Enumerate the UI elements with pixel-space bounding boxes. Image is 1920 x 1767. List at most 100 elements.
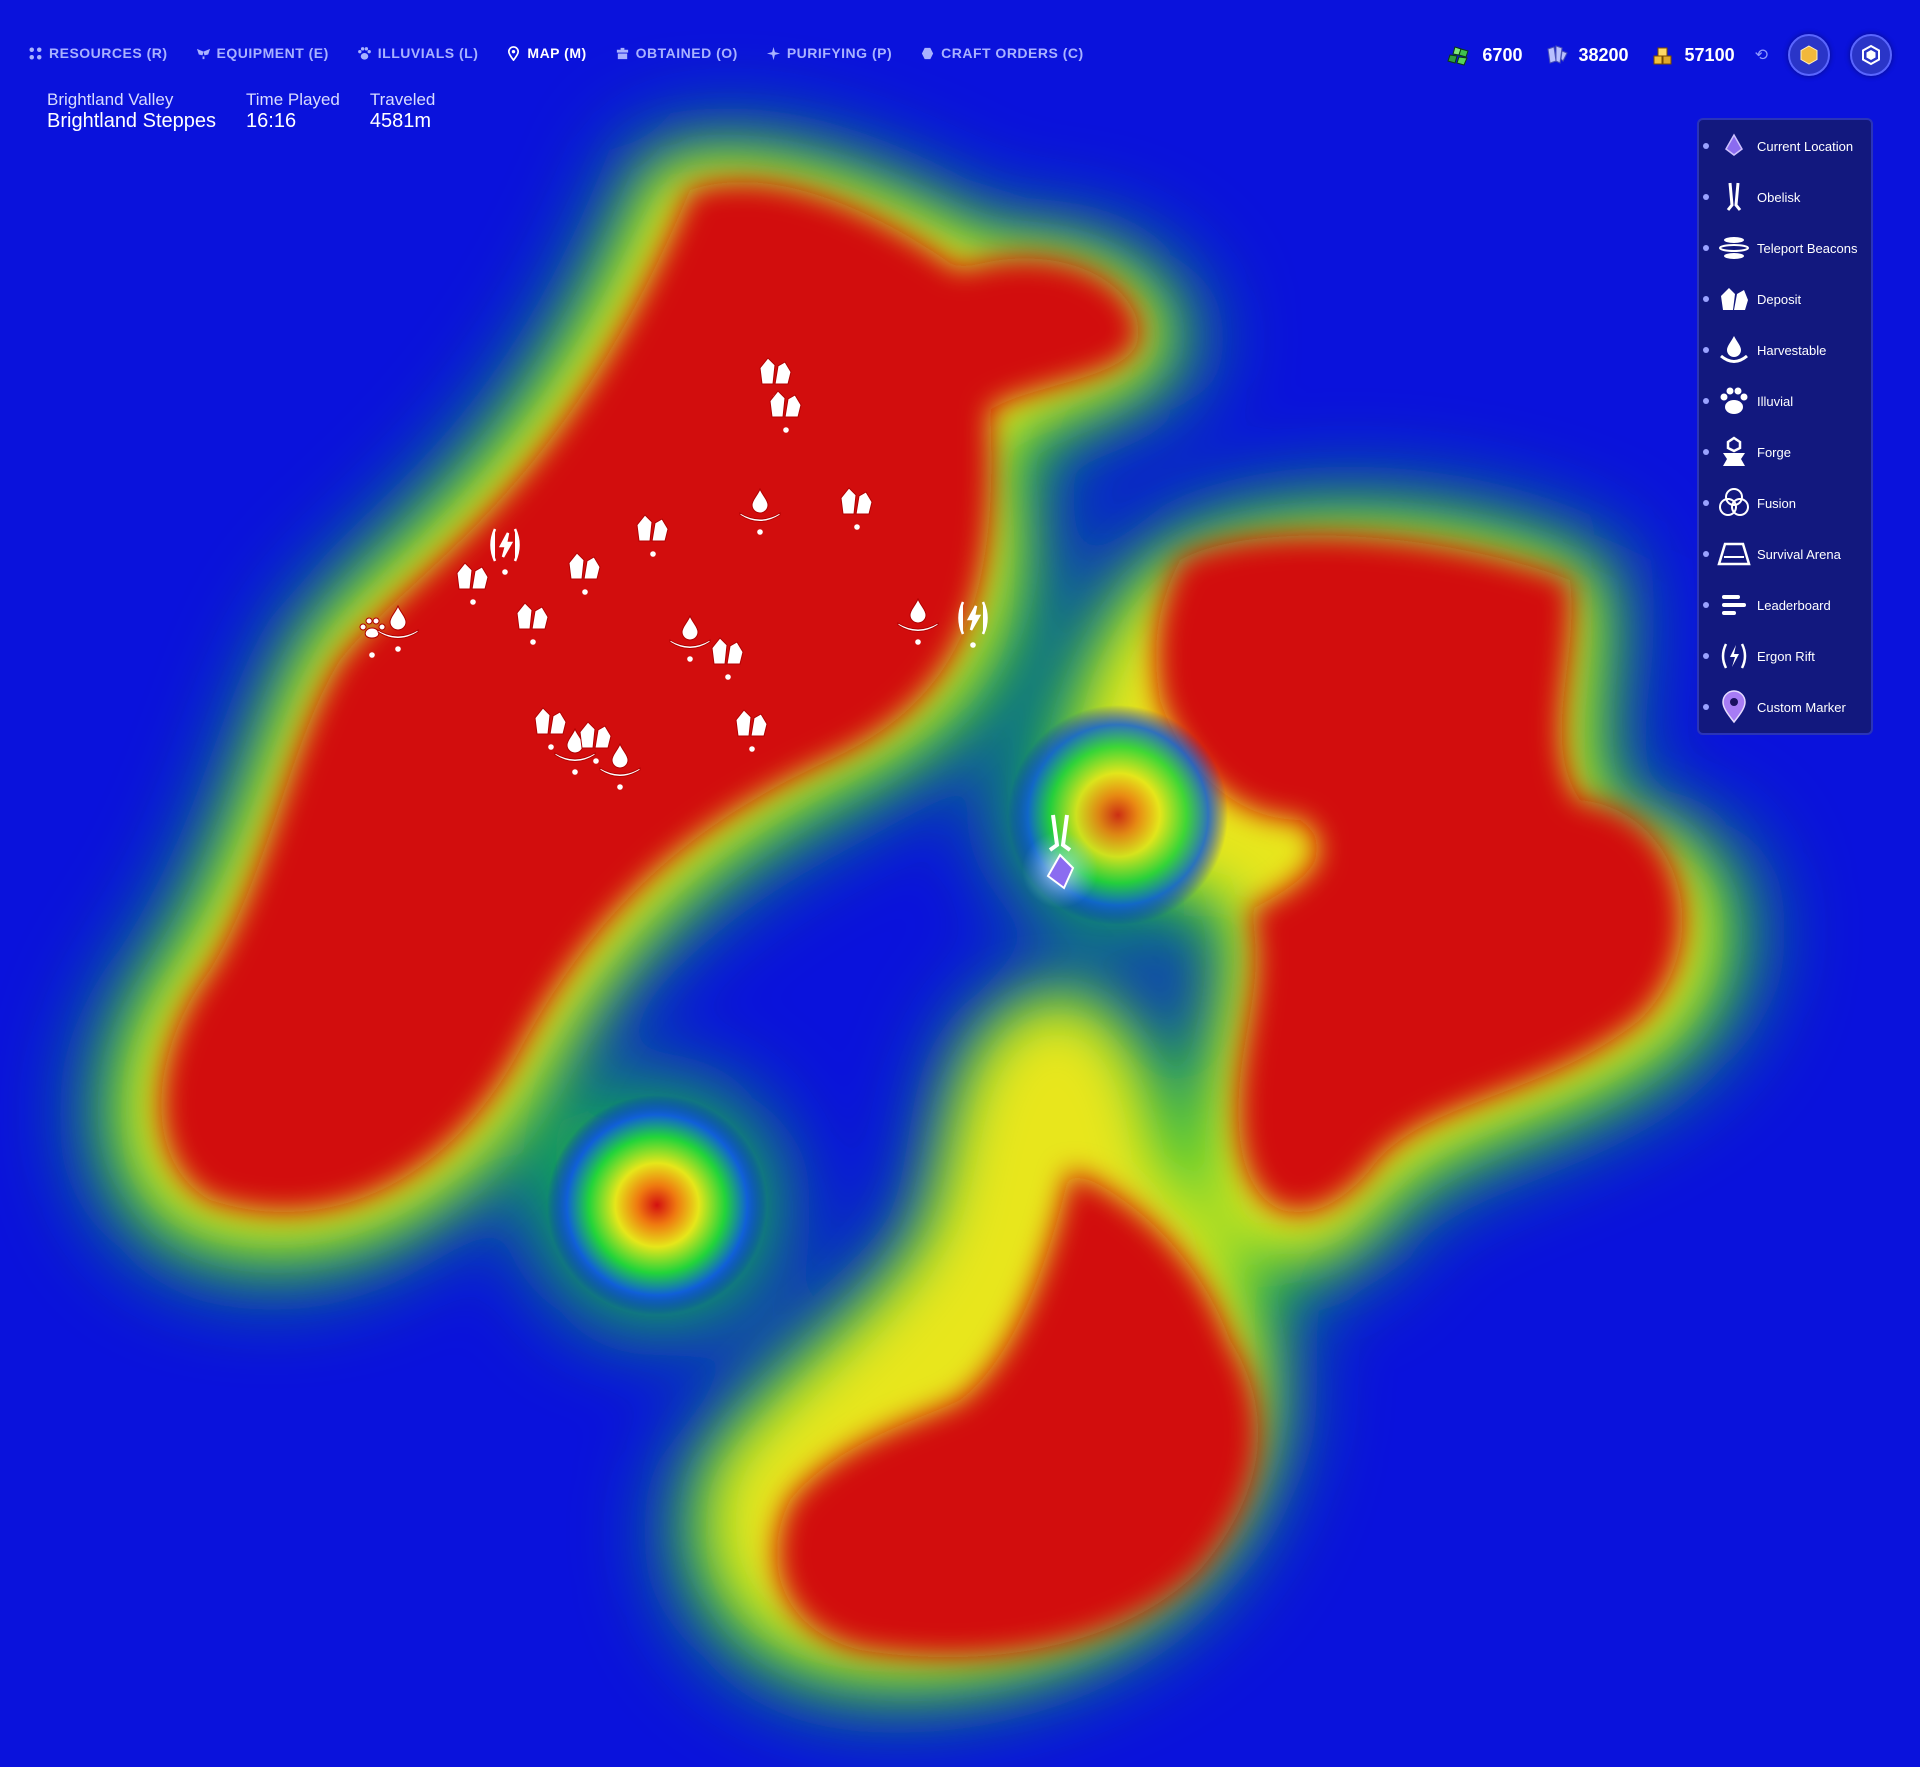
area-name: Brightland Steppes — [47, 110, 217, 132]
legend-label: Leaderboard — [1757, 597, 1831, 613]
marker-dot — [548, 744, 554, 750]
marker-dot — [395, 646, 401, 652]
current-location-icon — [1725, 133, 1743, 156]
legend-item-harvestable[interactable]: Harvestable — [1699, 329, 1871, 371]
tab-resources[interactable]: RESOURCES (R) — [28, 45, 168, 61]
marker-dot — [757, 529, 763, 535]
toggle-dot[interactable] — [1703, 245, 1709, 251]
legend-item-survival-arena[interactable]: Survival Arena — [1699, 533, 1871, 575]
leaderboard-icon — [1722, 595, 1746, 615]
tab-map[interactable]: MAP (M) — [506, 45, 586, 61]
marker-dot — [854, 524, 860, 530]
toggle-dot[interactable] — [1703, 500, 1709, 506]
marker-dot — [502, 569, 508, 575]
legend-label: Current Location — [1757, 138, 1854, 154]
currency-value: 6700 — [1482, 44, 1523, 65]
toggle-dot[interactable] — [1703, 398, 1709, 404]
box-icon — [616, 47, 628, 59]
tab-obtained[interactable]: OBTAINED (O) — [615, 45, 738, 61]
tab-craft-orders[interactable]: CRAFT ORDERS (C) — [920, 45, 1084, 61]
heatmap-map[interactable] — [0, 0, 1920, 1767]
traveled-label: Traveled — [369, 90, 436, 109]
legend-item-custom-marker[interactable]: Custom Marker — [1699, 686, 1871, 728]
currency-value: 38200 — [1578, 44, 1629, 65]
refresh-icon[interactable]: ⟲ — [1755, 45, 1768, 65]
legend-label: Forge — [1757, 444, 1791, 460]
marker-dot — [970, 642, 976, 648]
region-name: Brightland Valley — [47, 90, 174, 109]
shield-hexagon-icon — [1862, 44, 1880, 66]
marker-dot — [783, 427, 789, 433]
map-pin-icon — [508, 45, 520, 61]
location-info: Brightland Valley Brightland Steppes Tim… — [47, 90, 435, 133]
hexagon-badge-icon — [1800, 45, 1818, 65]
legend-item-forge[interactable]: Forge — [1699, 431, 1871, 473]
tab-illuvials[interactable]: ILLUVIALS (L) — [357, 45, 479, 61]
survival-arena-icon — [1717, 542, 1751, 566]
toggle-dot[interactable] — [1703, 296, 1709, 302]
settings-badge-button[interactable] — [1850, 34, 1892, 76]
legend-label: Harvestable — [1757, 342, 1827, 358]
legend-item-obelisk[interactable]: Obelisk — [1699, 176, 1871, 218]
toggle-dot[interactable] — [1703, 704, 1709, 710]
toggle-dot[interactable] — [1703, 143, 1709, 149]
traveled-value: 4581m — [369, 110, 432, 132]
toggle-dot[interactable] — [1703, 653, 1709, 659]
legend-label: Custom Marker — [1757, 699, 1846, 715]
legend-label: Teleport Beacons — [1757, 240, 1858, 256]
tab-label: OBTAINED (O) — [635, 45, 738, 61]
top-navigation: RESOURCES (R) EQUIPMENT (E) ILLUVIALS (L… — [28, 40, 1084, 66]
marker-dot — [582, 589, 588, 595]
profile-badge-button[interactable] — [1788, 34, 1830, 76]
legend-item-teleport-beacons[interactable]: Teleport Beacons — [1699, 227, 1871, 269]
legend-item-fusion[interactable]: Fusion — [1699, 482, 1871, 524]
toggle-dot[interactable] — [1703, 347, 1709, 353]
crystal-shard-icon — [1547, 45, 1569, 64]
tab-label: RESOURCES (R) — [49, 45, 168, 61]
custom-marker-icon — [1722, 690, 1746, 724]
marker-dot — [530, 639, 536, 645]
currency-value: 57100 — [1684, 44, 1735, 65]
legend-item-deposit[interactable]: Deposit — [1699, 278, 1871, 320]
illuvial-icon — [1720, 387, 1748, 414]
legend-label: Ergon Rift — [1757, 648, 1815, 664]
marker-dot — [749, 746, 755, 752]
legend-item-illuvial[interactable]: Illuvial — [1699, 380, 1871, 422]
tab-purifying[interactable]: PURIFYING (P) — [766, 45, 892, 61]
paw-icon — [357, 46, 371, 60]
craft-icon — [921, 47, 934, 59]
grid-icon — [29, 47, 42, 59]
marker-dot — [725, 674, 731, 680]
legend-item-ergon-rift[interactable]: Ergon Rift — [1699, 635, 1871, 677]
time-played-value: 16:16 — [246, 110, 297, 132]
time-played-block: Time Played 16:16 — [246, 90, 340, 133]
tab-label: MAP (M) — [527, 45, 587, 61]
toggle-dot[interactable] — [1703, 194, 1709, 200]
marker-dot — [650, 551, 656, 557]
marker-dot — [687, 656, 693, 662]
legend-item-current-location[interactable]: Current Location — [1699, 125, 1871, 167]
currency-gold: 57100 — [1649, 43, 1735, 67]
teleport-beacon-icon — [1719, 237, 1749, 259]
map-legend: Current Location Obelisk Teleport Beacon… — [1697, 118, 1873, 735]
toggle-dot[interactable] — [1703, 449, 1709, 455]
ergon-rift-icon — [1721, 643, 1747, 669]
marker-dot — [593, 758, 599, 764]
time-played-label: Time Played — [246, 90, 340, 109]
fusion-icon — [1719, 488, 1749, 516]
currency-shards: 38200 — [1542, 43, 1629, 67]
toggle-dot[interactable] — [1703, 602, 1709, 608]
tab-equipment[interactable]: EQUIPMENT (E) — [196, 45, 329, 61]
currency-gems: 6700 — [1446, 43, 1522, 67]
currency-bar: 6700 38200 57100 ⟲ — [1446, 34, 1892, 76]
traveled-block: Traveled 4581m — [370, 90, 436, 133]
legend-label: Illuvial — [1757, 393, 1794, 409]
harvestable-icon — [1720, 336, 1748, 363]
deposit-icon — [1721, 288, 1748, 310]
marker-dot — [369, 652, 375, 658]
toggle-dot[interactable] — [1703, 551, 1709, 557]
tab-label: CRAFT ORDERS (C) — [941, 45, 1084, 61]
legend-item-leaderboard[interactable]: Leaderboard — [1699, 584, 1871, 626]
marker-dot — [572, 769, 578, 775]
marker-dot — [915, 639, 921, 645]
